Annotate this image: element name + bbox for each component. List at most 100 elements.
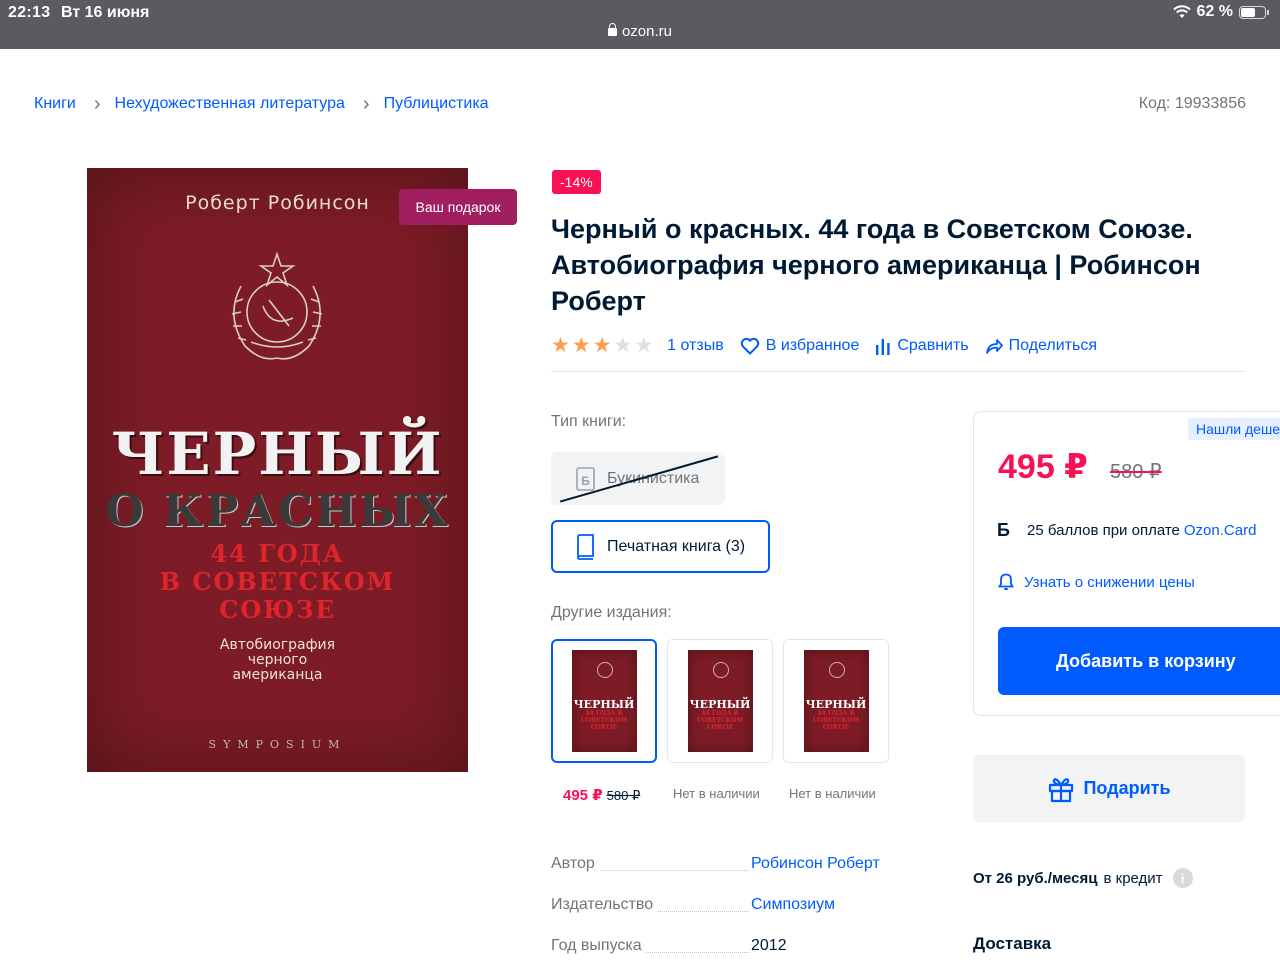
spec-key: Год выпуска xyxy=(551,937,751,955)
gift-tag-badge: Ваш подарок xyxy=(399,189,517,225)
product-meta-row: ★ ★ ★ ★ ★ 1 отзыв В избранное Сравнить Подел… xyxy=(551,335,1113,357)
edition-cover-subtitle: 44 ГОДА В СОВЕТСКОМ СОЮЗЕ xyxy=(580,710,628,731)
compare-label: Сравнить xyxy=(897,337,969,354)
price-drop-alert-link[interactable]: Узнать о снижении цены xyxy=(998,573,1195,591)
cover-subtitle-line: СОЮЗЕ xyxy=(219,595,336,624)
product-sku: Код: 19933856 xyxy=(1138,95,1246,112)
cover-description-line: Автобиография xyxy=(219,637,336,653)
price-old: 580 ₽ xyxy=(1110,461,1162,483)
book-type-used[interactable]: Б Букинистика xyxy=(551,452,725,505)
cover-title: ЧЕРНЫЙ xyxy=(111,420,444,488)
edition-cover-thumb: ЧЕРНЫЙ 44 ГОДА В СОВЕТСКОМ СОЮЗЕ xyxy=(687,650,753,752)
edition-price-current: 495 ₽ xyxy=(563,787,603,804)
emblem-icon xyxy=(712,662,729,678)
wifi-icon xyxy=(1172,5,1191,18)
author-link[interactable]: Робинсон Роберт xyxy=(751,855,880,873)
edition-card[interactable]: ЧЕРНЫЙ 44 ГОДА В СОВЕТСКОМ СОЮЗЕ xyxy=(551,639,657,763)
spec-row: Издательство Симпозиум xyxy=(551,896,891,914)
star-icon: ★ xyxy=(592,334,612,357)
cover-subtitle: 44 ГОДА В СОВЕТСКОМ СОЮЗЕ xyxy=(87,540,468,624)
book-letter-glyph: Б xyxy=(581,474,590,488)
edition-cover-subtitle: 44 ГОДА В СОВЕТСКОМ СОЮЗЕ xyxy=(696,710,744,731)
url-text: ozon.ru xyxy=(621,23,673,40)
found-cheaper-badge[interactable]: Нашли деше xyxy=(1188,418,1280,440)
bonus-icon: Б xyxy=(997,520,1010,540)
price-drop-label: Узнать о снижении цены xyxy=(1024,573,1195,591)
spec-value: 2012 xyxy=(751,937,787,954)
breadcrumb-publicism[interactable]: Публицистика xyxy=(384,95,489,113)
edition-cover-thumb: ЧЕРНЫЙ 44 ГОДА В СОВЕТСКОМ СОЮЗЕ xyxy=(571,650,637,752)
book-cover-image[interactable]: Роберт Робинсон ЧЕРНЫЙ О КРАСНЫХ 44 ГОДА… xyxy=(87,168,468,772)
credit-text: в кредит xyxy=(1103,869,1163,887)
breadcrumb: Книги › Нехудожественная литература › Пу… xyxy=(34,93,489,115)
spec-key-text: Автор xyxy=(551,855,599,872)
status-date: Вт 16 июня xyxy=(61,4,150,21)
edition-card[interactable]: ЧЕРНЫЙ 44 ГОДА В СОВЕТСКОМ СОЮЗЕ xyxy=(783,639,889,763)
reviews-label: 1 отзыв xyxy=(667,337,724,354)
reviews-link[interactable]: 1 отзыв xyxy=(667,337,724,355)
book-type-used-label: Букинистика xyxy=(607,469,700,487)
divider xyxy=(551,371,1245,372)
rating-stars[interactable]: ★ ★ ★ ★ ★ xyxy=(551,335,653,357)
add-to-favorites-button[interactable]: В избранное xyxy=(740,337,860,355)
spec-key-text: Издательство xyxy=(551,896,658,913)
star-icon: ★ xyxy=(613,334,633,357)
address-bar[interactable]: ozon.ru xyxy=(0,23,1280,40)
cover-subtitle-line: В СОВЕТСКОМ xyxy=(159,567,396,596)
chevron-right-icon: › xyxy=(93,93,101,115)
share-button[interactable]: Поделиться xyxy=(985,337,1097,355)
chevron-right-icon: › xyxy=(362,93,370,115)
edition-card[interactable]: ЧЕРНЫЙ 44 ГОДА В СОВЕТСКОМ СОЮЗЕ xyxy=(667,639,773,763)
browser-status-bar: 22:13 Вт 16 июня ozon.ru 62 % xyxy=(0,0,1280,49)
add-to-cart-button[interactable]: Добавить в корзину xyxy=(998,627,1280,695)
edition-status: Нет в наличии xyxy=(673,786,760,801)
gift-label: Подарить xyxy=(1083,778,1171,798)
gift-icon xyxy=(1049,777,1074,802)
breadcrumb-nonfiction[interactable]: Нехудожественная литература xyxy=(115,95,345,113)
bonus-info: Б 25 баллов при оплате Ozon.Card xyxy=(997,520,1256,541)
spec-key: Автор xyxy=(551,855,751,873)
editions-label: Другие издания: xyxy=(551,604,672,621)
info-icon[interactable]: i xyxy=(1172,868,1193,888)
discount-badge: -14% xyxy=(552,170,601,194)
share-icon xyxy=(985,339,1003,354)
cover-description-line: американца xyxy=(232,667,323,683)
share-label: Поделиться xyxy=(1008,337,1097,354)
cover-title-line2: О КРАСНЫХ xyxy=(105,486,450,537)
bell-icon xyxy=(998,573,1014,590)
book-type-print[interactable]: Печатная книга (3) xyxy=(551,520,770,573)
book-type-label: Тип книги: xyxy=(551,413,627,430)
edition-status: Нет в наличии xyxy=(789,786,876,801)
breadcrumb-books[interactable]: Книги xyxy=(34,95,76,113)
spec-key-text: Год выпуска xyxy=(551,937,646,954)
cover-description-line: черного xyxy=(247,652,308,668)
battery-icon xyxy=(1239,5,1269,19)
edition-price-old: 580 ₽ xyxy=(606,788,641,803)
ussr-emblem-icon xyxy=(231,251,323,360)
battery-level xyxy=(1241,7,1255,17)
product-title: Черный о красных. 44 года в Советском Со… xyxy=(551,214,1201,316)
compare-icon xyxy=(876,339,890,355)
gift-button[interactable]: Подарить xyxy=(973,755,1245,822)
emblem-icon xyxy=(828,662,845,678)
bonus-text: 25 баллов при оплате xyxy=(1027,522,1180,539)
lock-icon xyxy=(607,23,617,36)
publisher-link[interactable]: Симпозиум xyxy=(751,896,835,914)
spec-key: Издательство xyxy=(551,896,751,914)
edition-cover-thumb: ЧЕРНЫЙ 44 ГОДА В СОВЕТСКОМ СОЮЗЕ xyxy=(803,650,869,752)
price-current: 495 ₽ xyxy=(998,448,1088,486)
status-indicators: 62 % xyxy=(1172,3,1269,21)
credit-info: От 26 руб./месяц в кредит i xyxy=(973,868,1193,888)
battery-percent: 62 % xyxy=(1196,3,1233,20)
favorites-label: В избранное xyxy=(765,337,860,354)
compare-button[interactable]: Сравнить xyxy=(875,337,969,355)
star-icon: ★ xyxy=(551,334,570,357)
spec-row: Год выпуска 2012 xyxy=(551,937,891,955)
book-letter-icon: Б xyxy=(576,466,595,491)
ozon-card-link[interactable]: Ozon.Card xyxy=(1184,522,1257,539)
cover-publisher: SYMPOSIUM xyxy=(208,738,347,751)
status-time: 22:13 xyxy=(8,4,51,21)
cover-subtitle-line: 44 ГОДА xyxy=(210,539,345,568)
heart-icon xyxy=(740,337,759,355)
delivery-heading: Доставка xyxy=(973,934,1052,953)
